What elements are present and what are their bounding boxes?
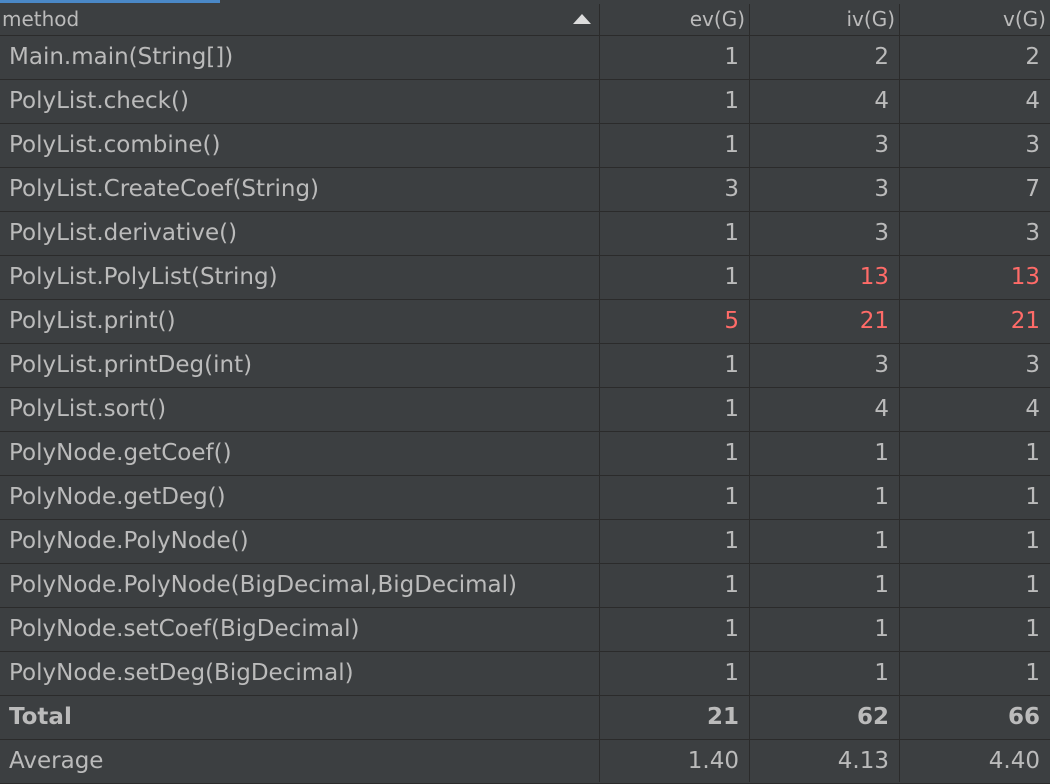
method-cell: PolyList.derivative() bbox=[9, 220, 238, 246]
metrics-table-body: Main.main(String[]) 1 2 2 PolyList.check() 1 4… bbox=[0, 36, 1050, 784]
iv-cell: 1 bbox=[874, 572, 889, 598]
table-row[interactable]: PolyNode.setDeg(BigDecimal) 1 1 1 bbox=[0, 652, 1050, 696]
v-cell: 1 bbox=[1025, 440, 1040, 466]
column-header-ev[interactable]: ev(G) bbox=[600, 4, 749, 35]
iv-cell: 4 bbox=[874, 396, 889, 422]
method-cell: Main.main(String[]) bbox=[9, 44, 234, 70]
v-cell: 4 bbox=[1025, 88, 1040, 114]
v-cell: 1 bbox=[1025, 572, 1040, 598]
v-cell: 7 bbox=[1025, 176, 1040, 202]
method-cell: PolyList.print() bbox=[9, 308, 176, 334]
method-cell: PolyList.printDeg(int) bbox=[9, 352, 253, 378]
method-cell: Total bbox=[9, 704, 72, 730]
table-header: method ev(G) iv(G) v(G) bbox=[0, 4, 1050, 36]
method-cell: PolyNode.getCoef() bbox=[9, 440, 232, 466]
ev-cell: 1 bbox=[724, 44, 739, 70]
ev-cell: 1 bbox=[724, 88, 739, 114]
v-cell: 2 bbox=[1025, 44, 1040, 70]
table-row[interactable]: PolyList.check() 1 4 4 bbox=[0, 80, 1050, 124]
iv-cell: 62 bbox=[856, 704, 889, 730]
ev-cell: 1 bbox=[724, 220, 739, 246]
iv-cell: 2 bbox=[874, 44, 889, 70]
table-row[interactable]: Main.main(String[]) 1 2 2 bbox=[0, 36, 1050, 80]
table-row[interactable]: PolyList.sort() 1 4 4 bbox=[0, 388, 1050, 432]
iv-cell: 4.13 bbox=[837, 748, 889, 774]
table-row[interactable]: PolyNode.PolyNode() 1 1 1 bbox=[0, 520, 1050, 564]
v-cell: 3 bbox=[1025, 132, 1040, 158]
v-cell: 4 bbox=[1025, 396, 1040, 422]
ev-cell: 21 bbox=[706, 704, 739, 730]
table-row[interactable]: PolyList.printDeg(int) 1 3 3 bbox=[0, 344, 1050, 388]
sort-ascending-icon bbox=[573, 14, 591, 24]
ev-cell: 1.40 bbox=[687, 748, 739, 774]
iv-cell: 1 bbox=[874, 528, 889, 554]
v-cell: 13 bbox=[1010, 264, 1040, 290]
table-row[interactable]: PolyNode.getCoef() 1 1 1 bbox=[0, 432, 1050, 476]
column-header-iv[interactable]: iv(G) bbox=[750, 4, 899, 35]
method-cell: PolyList.sort() bbox=[9, 396, 167, 422]
ev-cell: 1 bbox=[724, 484, 739, 510]
ev-cell: 3 bbox=[724, 176, 739, 202]
v-cell: 1 bbox=[1025, 616, 1040, 642]
v-cell: 4.40 bbox=[988, 748, 1040, 774]
tab-active-indicator bbox=[0, 0, 220, 3]
v-cell: 1 bbox=[1025, 484, 1040, 510]
v-cell: 66 bbox=[1007, 704, 1040, 730]
ev-cell: 1 bbox=[724, 396, 739, 422]
method-cell: PolyNode.setCoef(BigDecimal) bbox=[9, 616, 360, 642]
iv-cell: 1 bbox=[874, 616, 889, 642]
iv-cell: 4 bbox=[874, 88, 889, 114]
method-cell: PolyNode.PolyNode(BigDecimal,BigDecimal) bbox=[9, 572, 517, 598]
ev-cell: 1 bbox=[724, 264, 739, 290]
ev-cell: 1 bbox=[724, 616, 739, 642]
iv-cell: 3 bbox=[874, 220, 889, 246]
iv-cell: 3 bbox=[874, 132, 889, 158]
table-row[interactable]: PolyList.CreateCoef(String) 3 3 7 bbox=[0, 168, 1050, 212]
average-row[interactable]: Average 1.40 4.13 4.40 bbox=[0, 740, 1050, 784]
v-cell: 1 bbox=[1025, 660, 1040, 686]
method-cell: Average bbox=[9, 748, 104, 774]
iv-cell: 13 bbox=[859, 264, 889, 290]
method-cell: PolyNode.PolyNode() bbox=[9, 528, 249, 554]
method-cell: PolyList.CreateCoef(String) bbox=[9, 176, 320, 202]
iv-cell: 3 bbox=[874, 352, 889, 378]
method-cell: PolyList.PolyList(String) bbox=[9, 264, 278, 290]
ev-cell: 1 bbox=[724, 132, 739, 158]
table-row[interactable]: PolyList.PolyList(String) 1 13 13 bbox=[0, 256, 1050, 300]
table-row[interactable]: PolyNode.setCoef(BigDecimal) 1 1 1 bbox=[0, 608, 1050, 652]
ev-cell: 5 bbox=[724, 308, 739, 334]
ev-cell: 1 bbox=[724, 440, 739, 466]
v-cell: 3 bbox=[1025, 352, 1040, 378]
table-row[interactable]: PolyNode.PolyNode(BigDecimal,BigDecimal)… bbox=[0, 564, 1050, 608]
iv-cell: 21 bbox=[859, 308, 889, 334]
ev-cell: 1 bbox=[724, 572, 739, 598]
method-cell: PolyNode.getDeg() bbox=[9, 484, 226, 510]
column-header-v[interactable]: v(G) bbox=[900, 4, 1050, 35]
v-cell: 21 bbox=[1010, 308, 1040, 334]
iv-cell: 1 bbox=[874, 660, 889, 686]
table-row[interactable]: PolyList.derivative() 1 3 3 bbox=[0, 212, 1050, 256]
iv-cell: 3 bbox=[874, 176, 889, 202]
iv-cell: 1 bbox=[874, 484, 889, 510]
column-header-method-label: method bbox=[2, 7, 80, 31]
column-header-method[interactable]: method bbox=[0, 4, 599, 35]
table-row[interactable]: PolyNode.getDeg() 1 1 1 bbox=[0, 476, 1050, 520]
v-cell: 3 bbox=[1025, 220, 1040, 246]
total-row[interactable]: Total 21 62 66 bbox=[0, 696, 1050, 740]
table-row[interactable]: PolyList.print() 5 21 21 bbox=[0, 300, 1050, 344]
table-row[interactable]: PolyList.combine() 1 3 3 bbox=[0, 124, 1050, 168]
method-cell: PolyList.check() bbox=[9, 88, 189, 114]
method-cell: PolyNode.setDeg(BigDecimal) bbox=[9, 660, 354, 686]
method-cell: PolyList.combine() bbox=[9, 132, 221, 158]
ev-cell: 1 bbox=[724, 528, 739, 554]
v-cell: 1 bbox=[1025, 528, 1040, 554]
ev-cell: 1 bbox=[724, 352, 739, 378]
iv-cell: 1 bbox=[874, 440, 889, 466]
ev-cell: 1 bbox=[724, 660, 739, 686]
